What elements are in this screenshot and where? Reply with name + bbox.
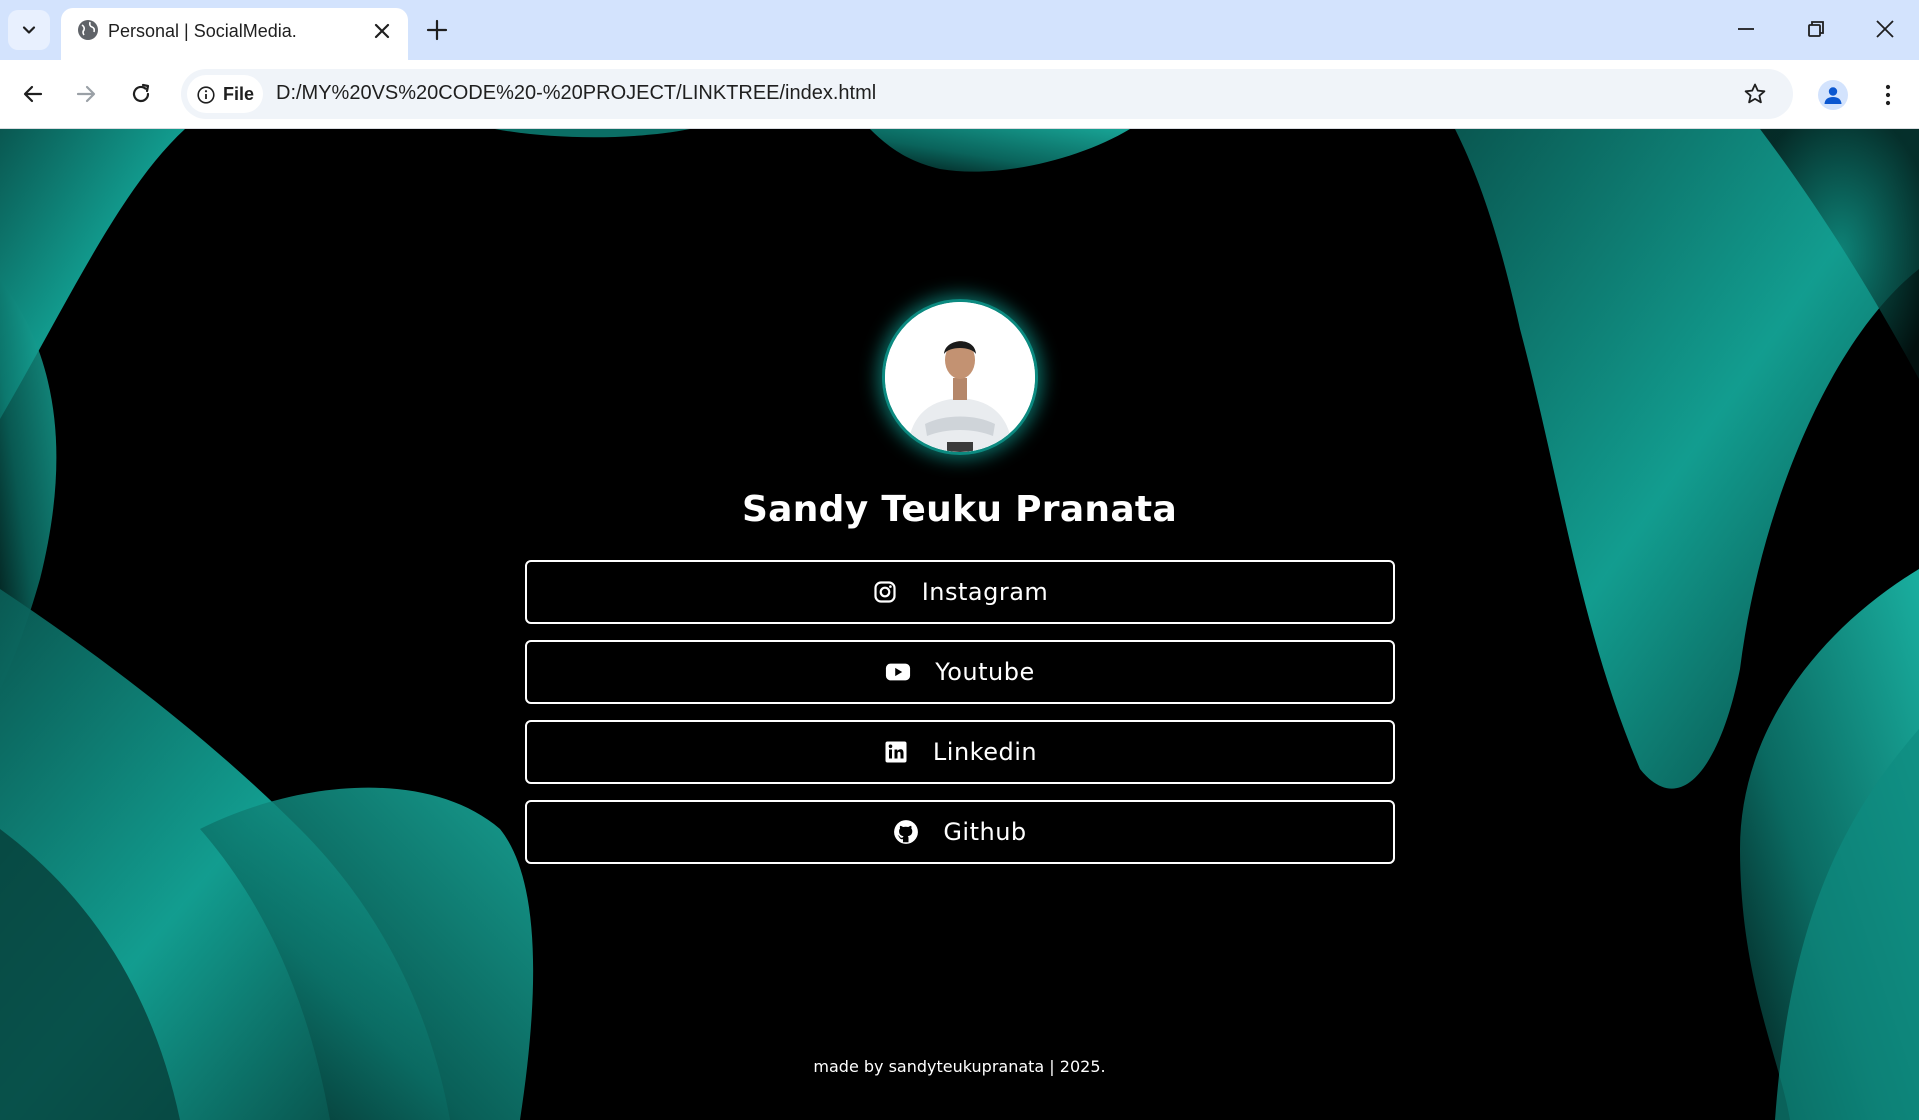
globe-icon <box>78 20 98 40</box>
new-tab-icon[interactable] <box>424 17 450 43</box>
page-viewport: Sandy Teuku Pranata Instagram Youtube Li… <box>0 129 1919 1120</box>
browser-tab-strip: Personal | SocialMedia. <box>0 0 1919 60</box>
forward-icon[interactable] <box>74 82 98 106</box>
instagram-icon <box>872 579 898 605</box>
restore-icon[interactable] <box>1805 18 1827 40</box>
url-text[interactable]: D:/MY%20VS%20CODE%20-%20PROJECT/LINKTREE… <box>276 82 876 105</box>
close-tab-icon[interactable] <box>372 21 392 41</box>
person-portrait-image <box>885 302 1035 452</box>
back-icon[interactable] <box>21 82 45 106</box>
browser-tab-active[interactable]: Personal | SocialMedia. <box>61 8 408 60</box>
bookmark-star-icon[interactable] <box>1743 82 1767 106</box>
github-link-button[interactable]: Github <box>525 800 1395 864</box>
youtube-link-button[interactable]: Youtube <box>525 640 1395 704</box>
address-bar[interactable]: File D:/MY%20VS%20CODE%20-%20PROJECT/LIN… <box>181 69 1793 119</box>
instagram-link-label: Instagram <box>921 578 1049 606</box>
linkedin-icon <box>883 739 909 765</box>
reload-icon[interactable] <box>129 82 153 106</box>
profile-photo <box>882 299 1038 455</box>
github-link-label: Github <box>943 818 1027 846</box>
youtube-link-label: Youtube <box>935 658 1035 686</box>
person-icon <box>1824 87 1842 104</box>
browser-toolbar: File D:/MY%20VS%20CODE%20-%20PROJECT/LIN… <box>0 60 1919 129</box>
github-icon <box>893 819 919 845</box>
footer-credit: made by sandyteukupranata | 2025. <box>813 1057 1106 1076</box>
tab-title: Personal | SocialMedia. <box>108 21 297 41</box>
tab-search-button[interactable] <box>8 10 50 50</box>
chevron-down-icon <box>22 26 36 34</box>
linkedin-link-label: Linkedin <box>932 738 1038 766</box>
minimize-icon[interactable] <box>1735 18 1757 40</box>
file-chip-label: File <box>223 84 255 104</box>
site-info-chip[interactable]: File <box>187 75 263 113</box>
more-menu-icon[interactable] <box>1876 83 1900 107</box>
profile-button[interactable] <box>1818 80 1848 110</box>
info-icon <box>197 86 215 104</box>
profile-name: Sandy Teuku Pranata <box>741 489 1178 530</box>
close-window-icon[interactable] <box>1874 18 1896 40</box>
instagram-link-button[interactable]: Instagram <box>525 560 1395 624</box>
youtube-icon <box>885 659 911 685</box>
link-list: Instagram Youtube Linkedin Github <box>525 560 1395 880</box>
linkedin-link-button[interactable]: Linkedin <box>525 720 1395 784</box>
